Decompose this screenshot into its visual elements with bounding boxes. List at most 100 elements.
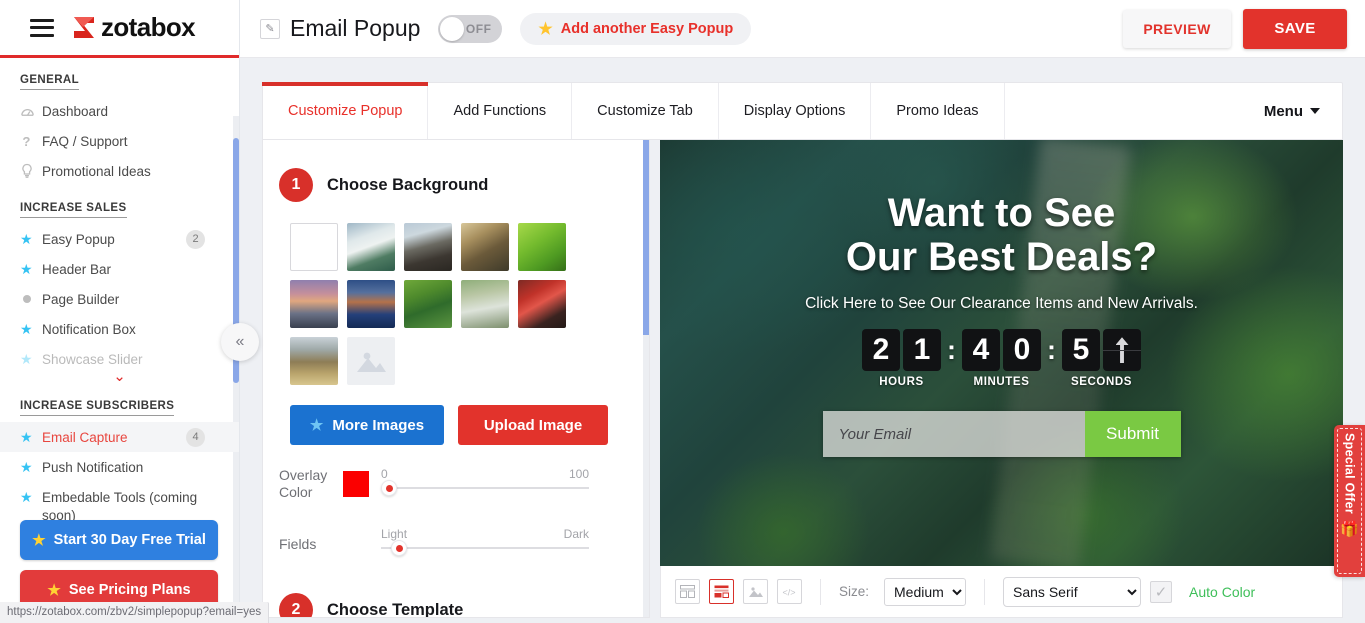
background-action-buttons: ★ More Images Upload Image — [263, 385, 649, 445]
background-thumb-mountain-valley[interactable] — [290, 337, 338, 385]
sidebar-item-header-bar[interactable]: ★ Header Bar — [0, 254, 239, 284]
sidebar-item-embedable-tools[interactable]: ★ Embedable Tools (coming — [0, 482, 239, 512]
countdown-minutes-digits: 4 0 — [962, 329, 1041, 372]
background-thumb-airport-sunset[interactable] — [290, 280, 338, 328]
countdown-hours-group: 2 1 HOURS — [862, 329, 941, 388]
slider-handle[interactable] — [391, 540, 407, 556]
countdown-separator: : — [947, 335, 956, 366]
add-another-label: Add another Easy Popup — [560, 20, 734, 37]
slider-handle[interactable] — [381, 480, 397, 496]
upload-image-button[interactable]: Upload Image — [458, 405, 608, 445]
step-number: 2 — [279, 593, 313, 617]
sidebar-group-increase-sales: INCREASE SALES — [20, 202, 127, 218]
background-thumb-couple[interactable] — [461, 280, 509, 328]
collapse-sidebar-button[interactable]: « — [221, 323, 259, 361]
background-thumb-green-leaf[interactable] — [518, 223, 566, 271]
popup-preview-column: Want to See Our Best Deals? Click Here t… — [660, 140, 1343, 618]
countdown-seconds-label: SECONDS — [1070, 376, 1133, 389]
fields-slider-max-label: Dark — [563, 527, 589, 541]
sidebar-item-promotional-ideas[interactable]: Promotional Ideas — [0, 156, 239, 186]
background-thumb-city-night[interactable] — [347, 280, 395, 328]
countdown-digit: 0 — [1003, 329, 1041, 372]
preview-button[interactable]: PREVIEW — [1123, 9, 1231, 48]
sidebar-item-easy-popup[interactable]: ★ Easy Popup 2 — [0, 224, 239, 254]
sidebar-item-push-notification[interactable]: ★ Push Notification — [0, 452, 239, 482]
background-thumb-woman-field[interactable] — [461, 223, 509, 271]
auto-color-checkbox[interactable]: ✓ — [1150, 580, 1173, 603]
layout-two-column-icon[interactable] — [675, 579, 700, 604]
zotabox-mark-icon — [70, 14, 98, 41]
special-offer-tab[interactable]: Special Offer 🎁 — [1334, 425, 1365, 577]
tab-customize-popup[interactable]: Customize Popup — [261, 82, 429, 139]
sidebar-item-badge: 2 — [186, 229, 205, 249]
size-select[interactable]: Medium — [884, 577, 967, 606]
slider-track — [381, 547, 589, 549]
popup-subtext: Click Here to See Our Clearance Items an… — [805, 295, 1198, 313]
sidebar-item-label: Email Capture — [42, 429, 128, 445]
countdown-hours-label: HOURS — [879, 376, 924, 389]
workspace: 1 Choose Background ★ More Images Upload… — [262, 140, 1343, 618]
tab-customize-tab[interactable]: Customize Tab — [572, 83, 719, 139]
toolbar-divider — [820, 578, 821, 605]
background-thumb-blank-white[interactable] — [290, 223, 338, 271]
zotabox-wordmark: zotabox — [101, 12, 196, 42]
countdown-minutes-label: MINUTES — [973, 376, 1030, 389]
auto-color-label: Auto Color — [1189, 583, 1256, 600]
popup-preview-canvas[interactable]: Want to See Our Best Deals? Click Here t… — [660, 140, 1343, 566]
gauge-icon — [20, 104, 42, 119]
size-label: Size: — [839, 584, 870, 599]
star-icon: ★ — [20, 489, 33, 505]
overlay-slider-max-label: 100 — [568, 467, 589, 481]
font-select[interactable]: Sans Serif — [1003, 576, 1142, 607]
background-thumb-lake-forest[interactable] — [404, 280, 452, 328]
overlay-color-row: Overlay Color 0 100 — [263, 445, 649, 501]
sidebar-item-page-builder[interactable]: Page Builder — [0, 284, 239, 314]
popup-enable-toggle[interactable]: OFF — [438, 14, 503, 43]
sidebar-item-label: Header Bar — [42, 261, 112, 277]
edit-pencil-icon[interactable]: ✎ — [260, 18, 280, 39]
overlay-slider-min-label: 0 — [381, 467, 388, 481]
background-thumb-red-tractor[interactable] — [518, 280, 566, 328]
hamburger-menu-icon[interactable] — [30, 18, 54, 37]
sidebar-item-showcase-slider[interactable]: ★ Showcase Slider — [0, 344, 239, 374]
gift-icon: 🎁 — [1340, 521, 1359, 539]
sidebar-item-faq-support[interactable]: ? FAQ / Support — [0, 126, 239, 156]
background-thumb-horses[interactable] — [404, 223, 452, 271]
tab-display-options[interactable]: Display Options — [719, 83, 872, 139]
slider-track — [381, 487, 589, 489]
tab-add-functions[interactable]: Add Functions — [428, 83, 573, 139]
more-images-button[interactable]: ★ More Images — [290, 405, 444, 445]
sidebar-item-email-capture[interactable]: ★ Email Capture 4 — [0, 422, 239, 452]
main-area: ✎ Email Popup OFF ★ Add another Easy Pop… — [240, 0, 1365, 623]
upload-image-label: Upload Image — [483, 416, 583, 434]
save-button[interactable]: SAVE — [1243, 8, 1347, 49]
sidebar-item-label: Page Builder — [42, 291, 120, 307]
app-root: zotabox GENERAL Dashboard ? FAQ / Suppor… — [0, 0, 1365, 623]
background-thumb-waterfall[interactable] — [347, 223, 395, 271]
code-icon[interactable]: </> — [777, 579, 802, 604]
countdown-digit-flipping — [1103, 329, 1141, 372]
email-input[interactable] — [822, 411, 1085, 458]
see-pricing-plans-label: See Pricing Plans — [68, 582, 191, 598]
overlay-color-swatch[interactable] — [343, 471, 369, 497]
image-icon[interactable] — [743, 579, 768, 604]
fields-light-dark-slider[interactable]: Light Dark — [381, 527, 589, 557]
background-thumbnail-grid — [263, 202, 613, 385]
menu-dropdown[interactable]: Menu — [1242, 83, 1342, 139]
sidebar-header: zotabox — [0, 0, 239, 58]
add-another-easy-popup-button[interactable]: ★ Add another Easy Popup — [520, 12, 752, 45]
start-free-trial-button[interactable]: ★ Start 30 Day Free Trial — [20, 520, 218, 560]
sidebar-item-dashboard[interactable]: Dashboard — [0, 96, 239, 126]
sidebar-item-notification-box[interactable]: ★ Notification Box — [0, 314, 239, 344]
toggle-state-label: OFF — [465, 21, 492, 36]
zotabox-logo[interactable]: zotabox — [70, 12, 196, 43]
countdown-digit: 1 — [903, 329, 941, 372]
panel-scrollbar-thumb[interactable] — [643, 140, 649, 335]
overlay-opacity-slider[interactable]: 0 100 — [381, 467, 589, 497]
tab-promo-ideas[interactable]: Promo Ideas — [871, 83, 1005, 139]
sidebar-item-label: Easy Popup — [42, 231, 115, 247]
layout-stacked-icon[interactable] — [709, 579, 734, 604]
top-bar: ✎ Email Popup OFF ★ Add another Easy Pop… — [240, 0, 1365, 58]
background-thumb-image-placeholder[interactable] — [347, 337, 395, 385]
submit-button[interactable]: Submit — [1084, 411, 1181, 458]
